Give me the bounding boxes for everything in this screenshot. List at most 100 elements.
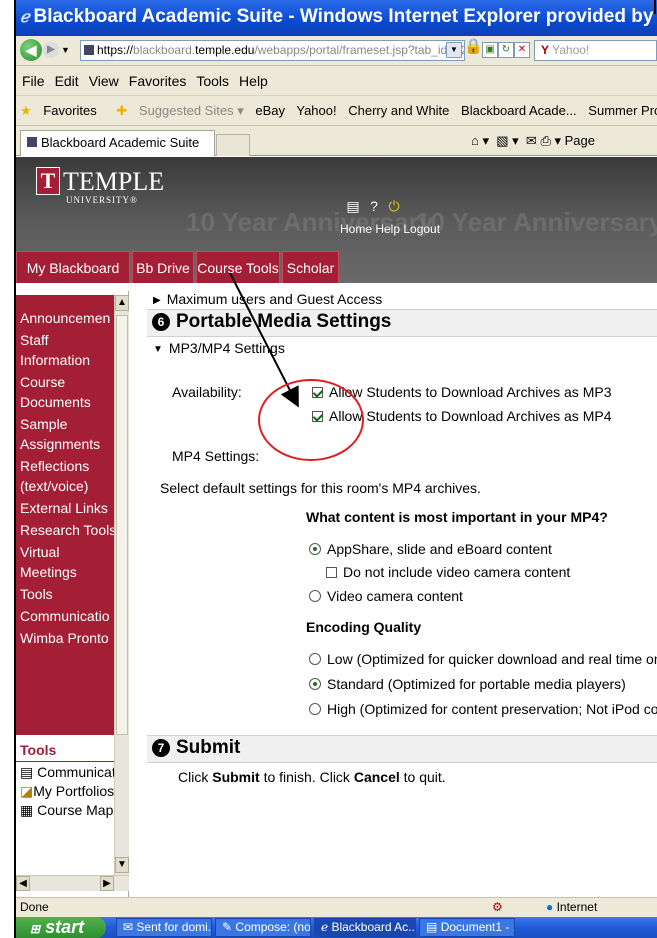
new-tab-button[interactable] — [216, 134, 250, 156]
encoding-heading: Encoding Quality — [306, 619, 422, 635]
radio-video-camera[interactable]: Video camera content — [309, 588, 463, 604]
sidebar-vertical-scrollbar[interactable]: ▲ ▼ — [114, 295, 129, 875]
nav-course[interactable]: Course — [20, 372, 114, 392]
guest-access-row[interactable]: ▶ Maximum users and Guest Access — [153, 291, 382, 307]
page-menu[interactable]: Page — [565, 133, 595, 148]
tool-my-portfolios[interactable]: ◪My Portfolios — [16, 781, 114, 800]
nav-documents[interactable]: Documents — [20, 392, 114, 412]
nav-text-voice[interactable]: (text/voice) — [20, 476, 114, 496]
step-6-icon: 6 — [152, 312, 170, 331]
nav-assignments[interactable]: Assignments — [20, 434, 114, 454]
scroll-left-icon[interactable]: ◀ — [16, 876, 30, 891]
nav-wimba-pronto[interactable]: Wimba Pronto — [20, 628, 114, 648]
nav-research-tools[interactable]: Research Tools — [20, 520, 114, 540]
tab-my-blackboard[interactable]: My Blackboard — [16, 251, 130, 283]
task-compose[interactable]: ✎ Compose: (no... — [215, 918, 311, 937]
forward-arrow-icon[interactable]: ▶ — [43, 42, 59, 58]
logo-sub: UNIVERSITY® — [66, 195, 138, 205]
compat-icon[interactable]: ▣ — [482, 42, 498, 58]
menu-view[interactable]: View — [89, 73, 119, 89]
lock-icon[interactable]: 🔒 — [464, 39, 483, 56]
tool-label: My Portfolios — [33, 783, 115, 799]
favorites-button[interactable]: ★ Favorites — [20, 103, 105, 118]
start-button[interactable]: ⊞ start — [16, 917, 106, 938]
toolbar-labels[interactable]: Home Help Logout — [340, 222, 440, 236]
address-dropdown-icon[interactable]: ▼ — [446, 42, 462, 58]
print-icon[interactable]: ⎙ — [540, 133, 550, 148]
address-input[interactable]: https://blackboard.temple.edu/webapps/po… — [80, 40, 465, 61]
mp3mp4-row[interactable]: ▼ MP3/MP4 Settings — [153, 340, 285, 356]
menu-favorites[interactable]: Favorites — [129, 73, 187, 89]
radio-enc-standard[interactable]: Standard (Optimized for portable media p… — [309, 676, 626, 692]
task-blackboard[interactable]: ℯ Blackboard Ac... — [314, 918, 416, 937]
nav-reflections[interactable]: Reflections — [20, 456, 114, 476]
no-video-checkbox[interactable]: Do not include video camera content — [326, 564, 570, 580]
tab-course-tools[interactable]: Course Tools — [196, 251, 280, 283]
fav-blackboard[interactable]: Blackboard Acade... — [461, 103, 577, 118]
appshare-label: AppShare, slide and eBoard content — [327, 541, 552, 557]
sidebar-horizontal-scrollbar[interactable]: ◀ ▶ — [16, 875, 129, 891]
search-input[interactable]: Y Yahoo! — [534, 40, 657, 61]
mp4-settings-label: MP4 Settings: — [172, 448, 260, 464]
tools-panel: Tools ▤ Communicatic ◪My Portfolios ▦ Co… — [16, 739, 126, 819]
tab-scholar[interactable]: Scholar — [282, 251, 339, 283]
nav-meetings[interactable]: Meetings — [20, 562, 114, 582]
nav-tools[interactable]: Tools — [20, 584, 114, 604]
feeds-icon[interactable]: ▧ — [496, 133, 508, 148]
tab-blackboard[interactable]: Blackboard Academic Suite — [20, 130, 215, 156]
windows-flag-icon: ⊞ — [30, 922, 41, 936]
favorites-label: Favorites — [43, 103, 97, 118]
nav-external-links[interactable]: External Links — [20, 498, 114, 518]
back-arrow-icon[interactable]: ◀ — [20, 39, 42, 61]
nav-virtual[interactable]: Virtual — [20, 542, 114, 562]
title-bar[interactable]: ℯ Blackboard Academic Suite - Windows Int… — [16, 0, 657, 36]
privacy-icon[interactable]: ⚙ — [492, 898, 503, 916]
task-document1[interactable]: ▤ Document1 - ... — [419, 918, 515, 937]
tool-communication[interactable]: ▤ Communicatic — [16, 762, 126, 781]
nav-staff[interactable]: Staff — [20, 330, 114, 350]
fav-cherry-white[interactable]: Cherry and White — [348, 103, 449, 118]
fav-ebay[interactable]: eBay — [255, 103, 285, 118]
stop-icon[interactable]: ✕ — [514, 42, 530, 58]
mail-icon[interactable]: ✉ — [526, 133, 537, 148]
submit-instructions: Click Submit to finish. Click Cancel to … — [178, 769, 446, 785]
task-sent-for[interactable]: ✉ Sent for domi... — [116, 918, 212, 937]
scroll-down-icon[interactable]: ▼ — [115, 857, 129, 873]
menu-bar: File Edit View Favorites Tools Help — [16, 66, 657, 96]
status-bar: Done ⚙ ● Internet — [16, 897, 657, 917]
fav-suggested[interactable]: Suggested Sites ▾ — [139, 103, 244, 118]
scroll-right-icon[interactable]: ▶ — [100, 876, 114, 891]
menu-file[interactable]: File — [22, 73, 45, 89]
nav-announcements[interactable]: Announcemen — [20, 308, 114, 328]
home-tool-icon[interactable]: ▤ — [344, 197, 362, 215]
history-dropdown-icon[interactable]: ▼ — [61, 45, 70, 55]
submit-post: to quit. — [399, 769, 446, 785]
allow-mp3-checkbox[interactable]: Allow Students to Download Archives as M… — [312, 384, 611, 400]
home-icon[interactable]: ⌂ — [471, 133, 479, 148]
page-icon — [84, 45, 94, 55]
menu-edit[interactable]: Edit — [55, 73, 79, 89]
help-tool-icon[interactable]: ? — [365, 197, 383, 215]
nav-communication[interactable]: Communicatio — [20, 606, 114, 626]
scroll-thumb[interactable] — [116, 315, 128, 735]
nav-sample[interactable]: Sample — [20, 414, 114, 434]
tab-bb-drive[interactable]: Bb Drive — [132, 251, 194, 283]
add-favorite-icon[interactable]: ✚ — [116, 103, 127, 118]
radio-enc-low[interactable]: Low (Optimized for quicker download and … — [309, 651, 657, 667]
tool-course-map[interactable]: ▦ Course Map — [16, 800, 114, 819]
menu-tools[interactable]: Tools — [196, 73, 229, 89]
logout-tool-icon[interactable]: ⏻ — [385, 197, 403, 215]
refresh-icon[interactable]: ↻ — [498, 42, 514, 58]
allow-mp4-checkbox[interactable]: Allow Students to Download Archives as M… — [312, 408, 611, 424]
video-camera-label: Video camera content — [327, 588, 463, 604]
nav-information[interactable]: Information — [20, 350, 114, 370]
internet-zone[interactable]: ● Internet — [546, 898, 597, 916]
scroll-up-icon[interactable]: ▲ — [115, 295, 129, 311]
fav-summer-program[interactable]: Summer Program — [588, 103, 657, 118]
radio-enc-high[interactable]: High (Optimized for content preservation… — [309, 701, 657, 717]
task-label: Compose: (no... — [235, 920, 311, 934]
radio-appshare[interactable]: AppShare, slide and eBoard content — [309, 541, 552, 557]
fav-yahoo[interactable]: Yahoo! — [296, 103, 336, 118]
doc-icon: ▤ — [20, 764, 34, 780]
menu-help[interactable]: Help — [239, 73, 268, 89]
